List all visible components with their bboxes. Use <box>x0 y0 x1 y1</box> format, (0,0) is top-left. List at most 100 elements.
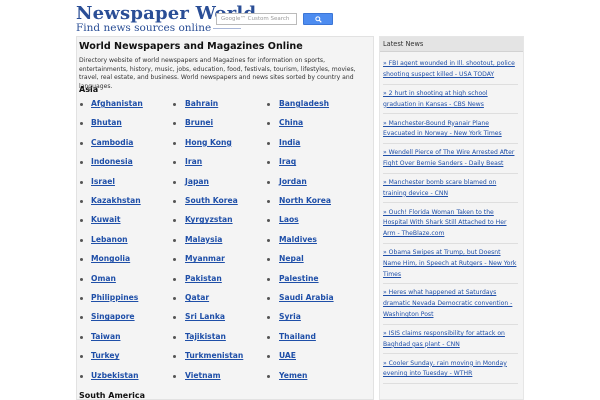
list-bullet <box>80 103 83 106</box>
news-list: » FBI agent wounded in Ill. shootout, po… <box>380 52 523 385</box>
list-bullet <box>80 277 83 281</box>
country-link[interactable]: India <box>279 138 300 147</box>
country-link[interactable]: Oman <box>91 274 116 283</box>
country-link[interactable]: Bangladesh <box>279 99 329 108</box>
list-bullet <box>173 335 176 339</box>
country-link[interactable]: Nepal <box>279 254 304 263</box>
list-bullet <box>80 316 83 320</box>
country-link[interactable]: Brunei <box>185 118 213 127</box>
country-link[interactable]: China <box>279 118 303 127</box>
country-link[interactable]: Singapore <box>91 312 135 321</box>
country-link[interactable]: Thailand <box>279 332 316 341</box>
country-link[interactable]: Bahrain <box>185 99 218 108</box>
list-bullet <box>267 122 270 126</box>
list-bullet <box>173 374 176 378</box>
list-bullet <box>267 297 270 300</box>
country-link[interactable]: Tajikistan <box>185 332 226 341</box>
country-link[interactable]: Bhutan <box>91 118 122 127</box>
list-bullet <box>267 355 270 359</box>
list-bullet <box>173 258 176 262</box>
news-link[interactable]: » Wendell Pierce of The Wire Arrested Af… <box>383 144 518 174</box>
news-link[interactable]: » FBI agent wounded in Ill. shootout, po… <box>383 55 518 85</box>
country-link[interactable]: Japan <box>185 177 209 186</box>
list-bullet <box>80 238 83 242</box>
country-link[interactable]: Myanmar <box>185 254 225 263</box>
country-link[interactable]: Cambodia <box>91 138 133 147</box>
country-link[interactable]: Turkey <box>91 351 119 360</box>
list-bullet <box>173 238 176 242</box>
country-link[interactable]: Jordan <box>279 177 307 186</box>
list-bullet <box>80 335 83 339</box>
country-link[interactable]: Syria <box>279 312 301 321</box>
news-link[interactable]: » Obama Swipes at Trump, but Doesnt Name… <box>383 244 518 285</box>
list-bullet <box>173 161 176 165</box>
list-bullet <box>80 355 83 359</box>
country-link[interactable]: Mongolia <box>91 254 130 263</box>
country-link[interactable]: Palestine <box>279 274 319 283</box>
list-bullet <box>80 141 83 145</box>
news-link[interactable]: » Ouch! Florida Woman Taken to the Hospi… <box>383 203 518 244</box>
list-bullet <box>267 258 270 262</box>
list-bullet <box>267 141 270 145</box>
country-link[interactable]: Philippines <box>91 293 138 302</box>
country-link[interactable]: North Korea <box>279 196 331 205</box>
search-button[interactable] <box>303 13 333 25</box>
country-link[interactable]: Lebanon <box>91 235 128 244</box>
country-link[interactable]: Turkmenistan <box>185 351 243 360</box>
logo-subtitle-text: Find news sources online <box>76 22 212 34</box>
country-link[interactable]: Taiwan <box>91 332 120 341</box>
country-link[interactable]: Pakistan <box>185 274 222 283</box>
country-link[interactable]: Sri Lanka <box>185 312 225 321</box>
latest-news-sidebar: Latest News » FBI agent wounded in Ill. … <box>379 36 524 400</box>
country-link[interactable]: Maldives <box>279 235 317 244</box>
country-link[interactable]: Kuwait <box>91 215 121 224</box>
sidebar-title: Latest News <box>380 37 523 52</box>
list-bullet <box>173 355 176 359</box>
list-bullet <box>80 219 83 223</box>
country-link[interactable]: Vietnam <box>185 371 221 380</box>
list-bullet <box>173 297 176 300</box>
news-link[interactable]: » 2 hurt in shooting at high school grad… <box>383 85 518 115</box>
news-link[interactable]: » Manchester bomb scare blamed on traini… <box>383 174 518 204</box>
country-link[interactable]: Iran <box>185 157 202 166</box>
list-bullet <box>80 180 83 184</box>
country-link[interactable]: Israel <box>91 177 115 186</box>
intro-text: Directory website of world newspapers an… <box>79 57 356 90</box>
news-link[interactable]: » Heres what happened at Saturdays drama… <box>383 284 518 325</box>
country-link[interactable]: Hong Kong <box>185 138 232 147</box>
list-bullet <box>80 374 83 378</box>
news-link[interactable]: » ISIS claims responsibility for attack … <box>383 325 518 355</box>
list-bullet <box>267 335 270 339</box>
news-link[interactable]: » Cooler Sunday, rain moving in Monday e… <box>383 354 518 385</box>
country-link[interactable]: UAE <box>279 351 296 360</box>
directory-panel: World Newspapers and Magazines Online Di… <box>76 36 374 400</box>
list-bullet <box>173 122 176 126</box>
list-bullet <box>267 277 270 281</box>
country-link[interactable]: Iraq <box>279 157 296 166</box>
page-title: World Newspapers and Magazines Online <box>79 41 303 52</box>
list-bullet <box>267 180 270 184</box>
list-bullet <box>267 219 270 223</box>
list-bullet <box>173 219 176 223</box>
country-link[interactable]: Uzbekistan <box>91 371 139 380</box>
list-bullet <box>173 200 176 203</box>
list-bullet <box>80 161 83 165</box>
list-bullet <box>267 374 270 378</box>
list-bullet <box>267 316 270 320</box>
country-link[interactable]: South Korea <box>185 196 238 205</box>
list-bullet <box>80 200 83 203</box>
country-link[interactable]: Indonesia <box>91 157 133 166</box>
search-input[interactable]: Google™ Custom Search <box>216 13 297 25</box>
country-link[interactable]: Malaysia <box>185 235 222 244</box>
country-link[interactable]: Kyrgyzstan <box>185 215 233 224</box>
news-link[interactable]: » Manchester-Bound Ryanair Plane Evacuat… <box>383 114 518 145</box>
country-link[interactable]: Yemen <box>279 371 307 380</box>
country-link[interactable]: Afghanistan <box>91 99 143 108</box>
country-link[interactable]: Saudi Arabia <box>279 293 334 302</box>
region-heading-asia: Asia <box>79 85 99 94</box>
list-bullet <box>80 258 83 262</box>
country-link[interactable]: Qatar <box>185 293 209 302</box>
country-link[interactable]: Kazakhstan <box>91 196 141 205</box>
list-bullet <box>267 238 270 242</box>
country-link[interactable]: Laos <box>279 215 299 224</box>
